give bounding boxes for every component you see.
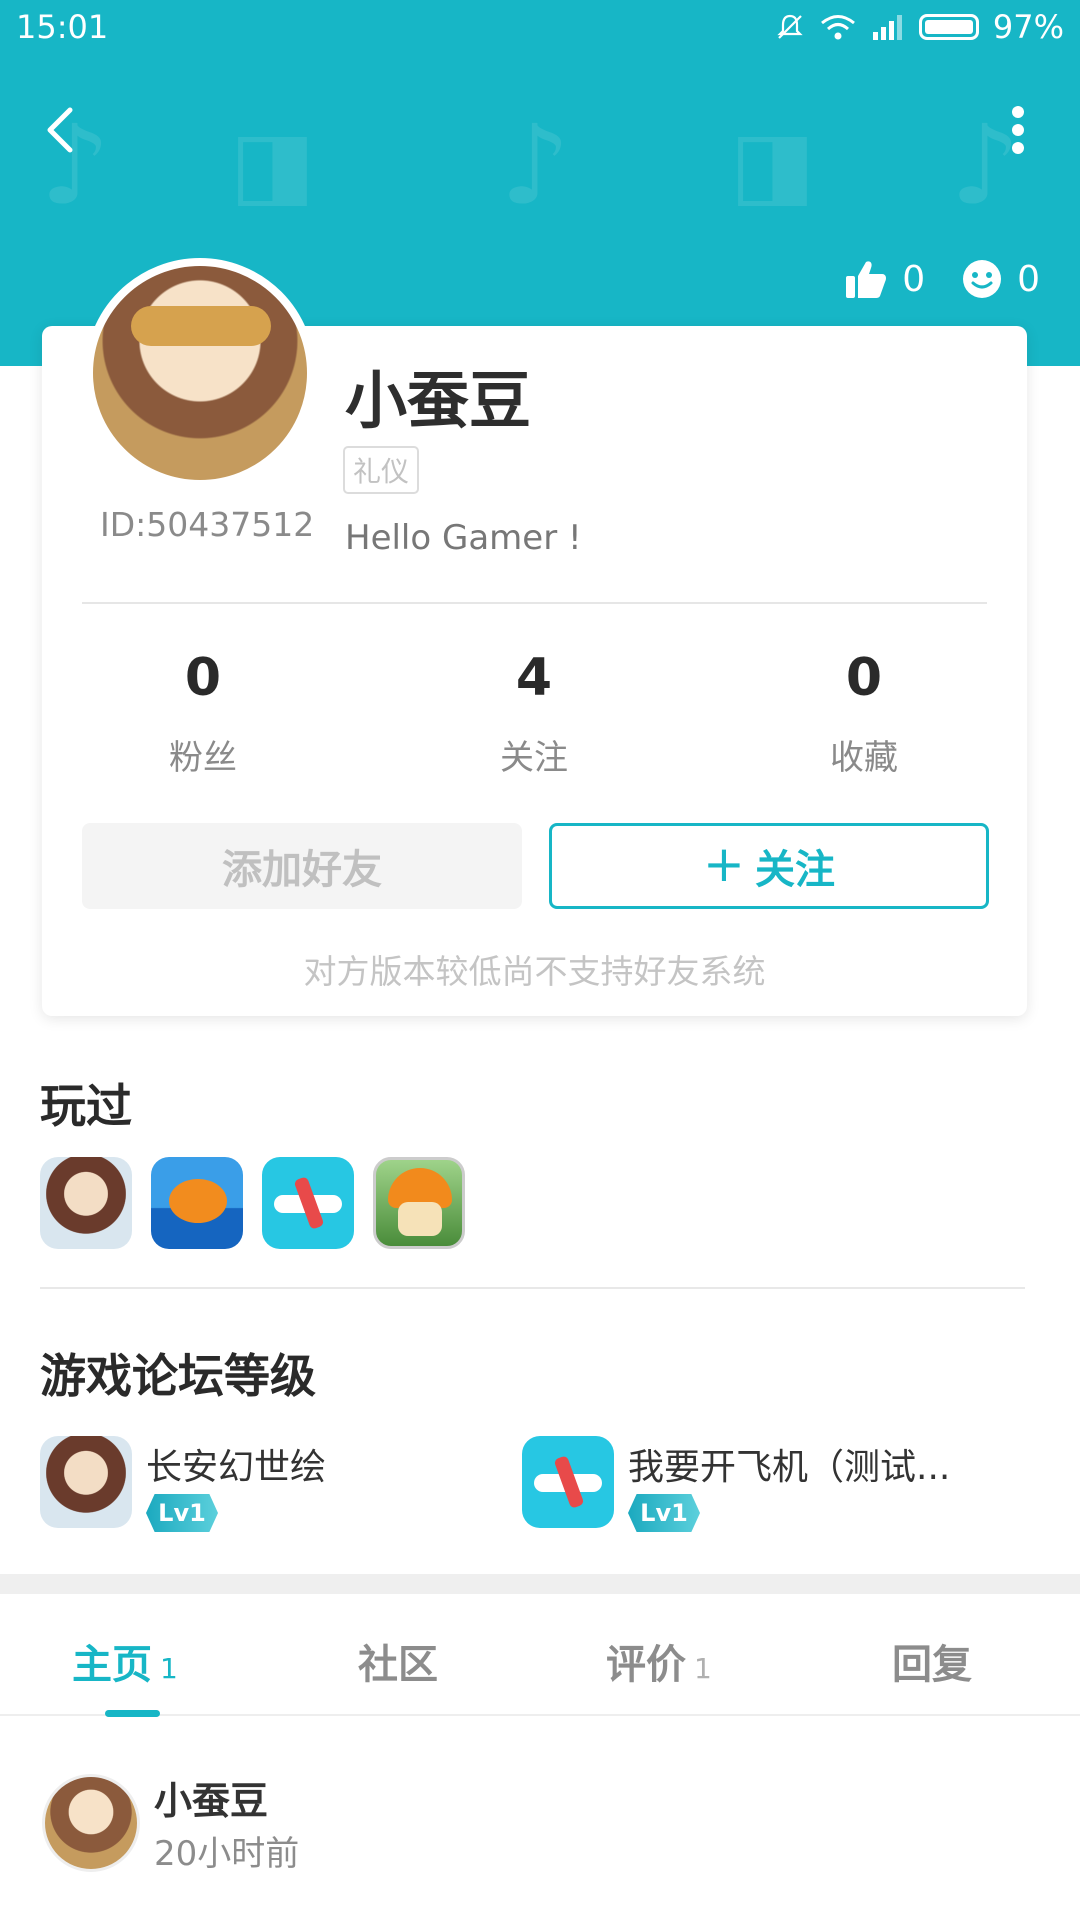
level-badge: Lv1 [628, 1494, 700, 1532]
tab-community[interactable]: 社区 [358, 1632, 438, 1690]
friend-system-note: 对方版本较低尚不支持好友系统 [303, 952, 766, 991]
played-game-icon[interactable] [151, 1157, 243, 1249]
stat-label: 粉丝 [169, 738, 237, 778]
smile-count: 0 [1017, 258, 1040, 300]
tab-replies[interactable]: 回复 [892, 1632, 972, 1690]
follow-button[interactable]: + 关注 [549, 823, 989, 909]
post-author-name[interactable]: 小蚕豆 [154, 1770, 268, 1825]
tab-label: 主页 [72, 1642, 152, 1688]
played-game-icon[interactable] [373, 1157, 465, 1249]
played-game-icon[interactable] [262, 1157, 354, 1249]
more-dot-icon [1012, 106, 1024, 118]
section-divider [40, 1287, 1025, 1289]
stat-label: 收藏 [830, 738, 898, 778]
signal-icon [872, 15, 902, 40]
battery-level: 97% [992, 8, 1064, 46]
stat-label: 关注 [500, 738, 568, 778]
more-dot-icon [1012, 124, 1024, 136]
tab-home[interactable]: 主页 1 [72, 1632, 178, 1690]
like-count: 0 [902, 258, 926, 300]
user-id: ID:50437512 [100, 505, 315, 544]
user-bio: Hello Gamer ! [345, 518, 582, 558]
forum-level-item[interactable]: 长安幻世绘 Lv1 [40, 1436, 480, 1532]
gamepad-icon: ◨ [230, 112, 316, 217]
status-bar: 15:01 97% [0, 0, 1080, 56]
wifi-icon [820, 15, 855, 40]
battery-icon [918, 14, 979, 40]
forum-level-item[interactable]: 我要开飞机（测试... Lv1 [522, 1436, 1022, 1532]
mute-bell-icon [777, 14, 803, 39]
chevron-left-icon [47, 107, 73, 153]
stat-value: 0 [184, 648, 222, 708]
game-icon [522, 1436, 614, 1528]
tab-label: 社区 [358, 1642, 438, 1688]
level-badge: Lv1 [146, 1494, 218, 1532]
game-icon [40, 1436, 132, 1528]
post-timestamp: 20小时前 [154, 1834, 300, 1874]
user-name: 小蚕豆 [345, 364, 532, 437]
post-author-avatar[interactable] [42, 1774, 140, 1872]
stat-favorites[interactable]: 0 收藏 [764, 648, 964, 779]
tab-count: 1 [694, 1652, 712, 1685]
user-avatar[interactable] [85, 258, 315, 488]
profile-tabs: 主页 1 社区 评价 1 回复 [0, 1594, 1080, 1716]
stat-value: 0 [845, 648, 883, 708]
tab-reviews[interactable]: 评价 1 [606, 1632, 712, 1690]
music-note-icon: ♪ [500, 101, 571, 229]
more-dot-icon [1012, 142, 1024, 154]
active-tab-indicator [105, 1710, 160, 1717]
card-divider [82, 602, 987, 604]
add-friend-button[interactable]: 添加好友 [82, 823, 522, 909]
gamepad-icon: ◨ [730, 112, 816, 217]
more-options-button[interactable] [1006, 100, 1030, 160]
thumbs-up-icon [846, 261, 887, 298]
tab-label: 回复 [892, 1642, 972, 1688]
forum-level-title: 游戏论坛等级 [40, 1349, 316, 1403]
game-name: 我要开飞机（测试... [628, 1447, 951, 1488]
game-name: 长安幻世绘 [146, 1447, 327, 1488]
played-section-title: 玩过 [40, 1079, 132, 1133]
header-counters: 0 0 [844, 258, 1040, 300]
status-icons: 97% [775, 8, 1064, 46]
plus-icon: + [703, 835, 745, 893]
stat-value: 4 [515, 648, 553, 708]
follow-label: 关注 [754, 847, 835, 893]
played-game-icon[interactable] [40, 1157, 132, 1249]
stat-following[interactable]: 4 关注 [434, 648, 634, 779]
status-time: 15:01 [16, 8, 109, 46]
smile-counter[interactable]: 0 [961, 258, 1040, 300]
user-tag-badge: 礼仪 [343, 446, 420, 494]
like-counter[interactable]: 0 [844, 258, 925, 300]
section-separator [0, 1574, 1080, 1594]
stat-fans[interactable]: 0 粉丝 [103, 648, 303, 779]
back-button[interactable] [36, 100, 86, 160]
smile-icon [963, 260, 1002, 298]
tab-label: 评价 [606, 1642, 686, 1688]
tab-count: 1 [160, 1652, 178, 1685]
